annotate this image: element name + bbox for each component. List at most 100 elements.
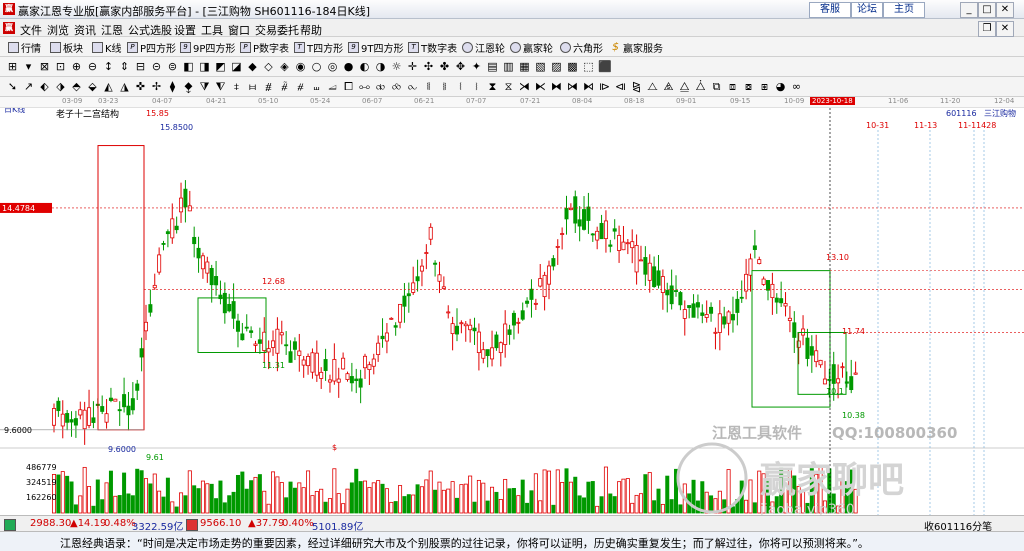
nav-9p-square[interactable]: 9 9P四方形 [180,40,235,55]
nav-winner-wheel[interactable]: 赢家轮 [510,40,553,55]
chart-tool-32-icon[interactable]: ⧕ [518,80,531,93]
menu-settings[interactable]: 设置 [174,22,196,38]
chart-tool-43-icon[interactable]: ⧊ [694,80,707,93]
chart-tool-45-icon[interactable]: ⧈ [726,80,739,93]
draw-tool-21-icon[interactable]: ● [342,60,355,73]
menu-tools[interactable]: 工具 [201,22,223,38]
draw-tool-23-icon[interactable]: ◑ [374,60,387,73]
chart-tool-2-icon[interactable]: ⬖ [38,80,51,93]
menu-gann[interactable]: 江恩 [101,22,123,38]
nav-9t-square[interactable]: 9 9T四方形 [348,40,403,55]
nav-hexagon[interactable]: 六角形 [560,40,603,55]
chart-tool-41-icon[interactable]: ⧌ [662,80,675,93]
draw-tool-1-icon[interactable]: ▾ [22,60,35,73]
menu-browse[interactable]: 浏览 [47,22,69,38]
draw-tool-8-icon[interactable]: ⊟ [134,60,147,73]
chart-tool-21-icon[interactable]: ⧠ [342,80,355,93]
draw-tool-34-icon[interactable]: ▨ [550,60,563,73]
service-link[interactable]: 客服 [809,2,851,18]
nav-quotes[interactable]: 行情 [8,40,41,55]
nav-p-square[interactable]: P P四方形 [127,40,176,55]
chart-tool-28-icon[interactable]: ⧙ [454,80,467,93]
chart-tool-6-icon[interactable]: ◭ [102,80,115,93]
draw-tool-36-icon[interactable]: ⬚ [582,60,595,73]
chart-tool-29-icon[interactable]: ⧘ [470,80,483,93]
chart-tool-17-icon[interactable]: ⧤ [278,80,291,93]
chart-tool-33-icon[interactable]: ⧔ [534,80,547,93]
nav-kline[interactable]: K线 [92,40,122,55]
nav-t-table[interactable]: T T数字表 [408,40,457,55]
chart-tool-30-icon[interactable]: ⧗ [486,80,499,93]
draw-tool-29-icon[interactable]: ✦ [470,60,483,73]
minimize-icon[interactable]: _ [960,2,978,18]
chart-tool-39-icon[interactable]: ⧎ [630,80,643,93]
draw-tool-33-icon[interactable]: ▧ [534,60,547,73]
draw-tool-6-icon[interactable]: ↕ [102,60,115,73]
chart-tool-36-icon[interactable]: ⧑ [582,80,595,93]
draw-tool-16-icon[interactable]: ◇ [262,60,275,73]
draw-tool-2-icon[interactable]: ⊠ [38,60,51,73]
draw-tool-22-icon[interactable]: ◐ [358,60,371,73]
chart-tool-40-icon[interactable]: ⧍ [646,80,659,93]
homepage-link[interactable]: 主页 [883,2,925,18]
draw-tool-13-icon[interactable]: ◩ [214,60,227,73]
draw-tool-28-icon[interactable]: ✥ [454,60,467,73]
chart-tool-38-icon[interactable]: ⧏ [614,80,627,93]
chart-tool-11-icon[interactable]: ⧪ [182,80,195,93]
chart-tool-3-icon[interactable]: ⬗ [54,80,67,93]
draw-tool-12-icon[interactable]: ◨ [198,60,211,73]
restore-icon[interactable]: ❐ [978,21,996,37]
chart-tool-25-icon[interactable]: ⧜ [406,80,419,93]
chart-tool-22-icon[interactable]: ⧟ [358,80,371,93]
chart-tool-8-icon[interactable]: ✜ [134,80,147,93]
draw-tool-14-icon[interactable]: ◪ [230,60,243,73]
menu-file[interactable]: 文件 [20,22,42,38]
menu-window[interactable]: 窗口 [228,22,250,38]
kline-chart[interactable]: 日K线 老子十二宫结构 14.4784 9.6000 15.85 15.8500 12.68… [0,108,1024,515]
chart-tool-19-icon[interactable]: ⧢ [310,80,323,93]
chart-tool-46-icon[interactable]: ⧇ [742,80,755,93]
draw-tool-0-icon[interactable]: ⊞ [6,60,19,73]
chart-tool-14-icon[interactable]: ⧧ [230,80,243,93]
menu-formula[interactable]: 公式选股 [128,22,172,38]
draw-tool-20-icon[interactable]: ◎ [326,60,339,73]
chart-tool-9-icon[interactable]: ✢ [150,80,163,93]
draw-tool-18-icon[interactable]: ◉ [294,60,307,73]
nav-gann-wheel[interactable]: 江恩轮 [462,40,505,55]
chart-tool-12-icon[interactable]: ⧩ [198,80,211,93]
chart-tool-42-icon[interactable]: ⧋ [678,80,691,93]
menu-trade[interactable]: 交易委托 [255,22,299,38]
chart-tool-31-icon[interactable]: ⧖ [502,80,515,93]
draw-tool-3-icon[interactable]: ⊡ [54,60,67,73]
chart-tool-44-icon[interactable]: ⧉ [710,80,723,93]
nav-sector[interactable]: 板块 [50,40,83,55]
draw-tool-37-icon[interactable]: ⬛ [598,60,612,73]
chart-tool-47-icon[interactable]: ⧆ [758,80,771,93]
nav-p-table[interactable]: P P数字表 [240,40,289,55]
chart-tool-1-icon[interactable]: ↗ [22,80,35,93]
chart-tool-15-icon[interactable]: ⧦ [246,80,259,93]
draw-tool-30-icon[interactable]: ▤ [486,60,499,73]
nav-service[interactable]: $ 赢家服务 [610,40,663,55]
chart-tool-16-icon[interactable]: ⧥ [262,80,275,93]
chart-tool-48-icon[interactable]: ◕ [774,80,787,93]
chart-tool-24-icon[interactable]: ⧝ [390,80,403,93]
chart-tool-18-icon[interactable]: ⧣ [294,80,307,93]
draw-tool-10-icon[interactable]: ⊜ [166,60,179,73]
chart-tool-20-icon[interactable]: ⧡ [326,80,339,93]
draw-tool-31-icon[interactable]: ▥ [502,60,515,73]
draw-tool-9-icon[interactable]: ⊝ [150,60,163,73]
chart-tool-0-icon[interactable]: ➘ [6,80,19,93]
chart-tool-27-icon[interactable]: ⧚ [438,80,451,93]
nav-t-square[interactable]: T T四方形 [294,40,343,55]
chart-tool-34-icon[interactable]: ⧓ [550,80,563,93]
draw-tool-15-icon[interactable]: ◆ [246,60,259,73]
draw-tool-24-icon[interactable]: ☼ [390,60,403,73]
draw-tool-4-icon[interactable]: ⊕ [70,60,83,73]
chart-tool-37-icon[interactable]: ⧐ [598,80,611,93]
close-icon[interactable]: ✕ [996,2,1014,18]
chart-tool-35-icon[interactable]: ⧒ [566,80,579,93]
draw-tool-32-icon[interactable]: ▦ [518,60,531,73]
chart-tool-10-icon[interactable]: ⧫ [166,80,179,93]
draw-tool-25-icon[interactable]: ✛ [406,60,419,73]
